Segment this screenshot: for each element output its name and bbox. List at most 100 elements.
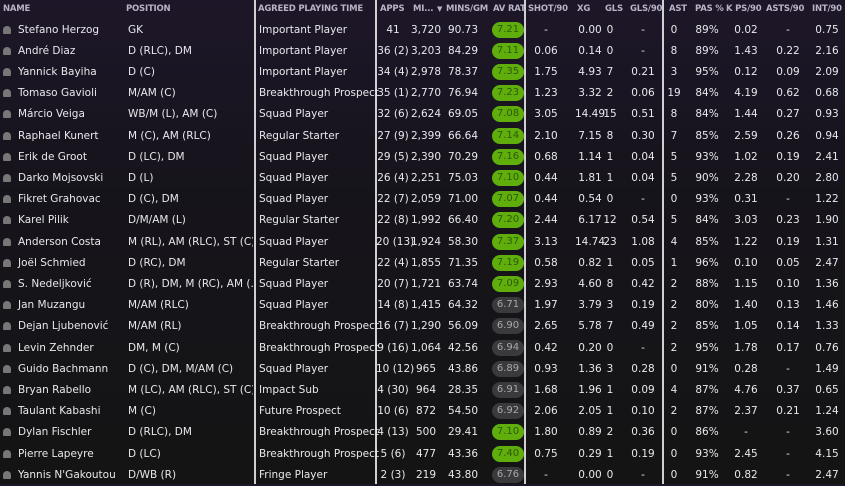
table-row[interactable]: Stefano Herzog GK Important Player 41 3,720 9…	[0, 20, 845, 41]
table-row[interactable]: Guido Bachmann D (C), DM, M/AM (C) Squad P…	[0, 359, 845, 380]
table-row[interactable]: Levin Zehnder DM, M (C) Breakthrough Prosp…	[0, 338, 845, 359]
minutes: 2,624	[410, 108, 442, 121]
col-gls[interactable]: GLS	[605, 4, 623, 14]
player-name[interactable]: Fikret Grahovac	[18, 193, 126, 205]
table-row[interactable]: Dylan Fischler D (RLC), DM Breakthrough Pr…	[0, 422, 845, 443]
player-name[interactable]: Taulant Kabashi	[18, 405, 126, 417]
assists-per-90: 0.13	[776, 299, 800, 312]
pass-pct: 88%	[695, 277, 719, 290]
col-gls90[interactable]: GLS/90	[630, 4, 662, 14]
table-row[interactable]: Márcio Veiga WB/M (L), AM (C) Squad Player…	[0, 104, 845, 125]
table-row[interactable]: Erik de Groot D (LC), DM Squad Player 29 (5…	[0, 147, 845, 168]
table-row[interactable]: Pierre Lapeyre D (LC) Breakthrough Prospec…	[0, 444, 845, 465]
player-name[interactable]: Darko Mojsovski	[18, 172, 126, 184]
interceptions-per-90: 1.24	[815, 405, 839, 418]
shots-per-90: 0.44	[534, 171, 558, 184]
pass-pct: 95%	[695, 65, 719, 78]
player-name[interactable]: Yannick Bayiha	[18, 66, 126, 78]
shots-per-90: 0.58	[534, 256, 558, 269]
playing-time: Fringe Player	[259, 468, 328, 481]
key-passes-per-90: 2.45	[734, 447, 758, 460]
apps: 41	[386, 23, 400, 36]
col-playing-time[interactable]: AGREED PLAYING TIME	[258, 4, 363, 14]
player-name[interactable]: Karel Pilik	[18, 214, 126, 226]
goals-per-90: -	[641, 341, 645, 354]
col-name[interactable]: NAME	[3, 4, 30, 14]
col-shot90[interactable]: SHOT/90	[528, 4, 568, 14]
goals-per-90: 0.36	[631, 426, 655, 439]
table-row[interactable]: S. Nedeljković D (R), DM, M (RC), AM (...…	[0, 274, 845, 295]
table-row[interactable]: Dejan Ljubenović M/AM (RL) Breakthrough Pr…	[0, 316, 845, 337]
table-row[interactable]: Yannis N'Gakoutou D/WB (R) Fringe Player 2 …	[0, 465, 845, 486]
goals-per-90: -	[641, 193, 645, 206]
table-row[interactable]: Jan Muzangu M/AM (RLC) Squad Player 14 (8) 1…	[0, 295, 845, 316]
col-ast[interactable]: AST	[669, 4, 687, 14]
col-position[interactable]: POSITION	[126, 4, 171, 14]
player-name[interactable]: Márcio Veiga	[18, 108, 126, 120]
col-pas[interactable]: PAS %	[695, 4, 724, 14]
playing-time: Squad Player	[259, 299, 329, 312]
apps: 2 (3)	[380, 468, 406, 481]
assists: 2	[670, 320, 678, 333]
col-mins[interactable]: MI...	[413, 4, 434, 14]
player-name[interactable]: Yannis N'Gakoutou	[18, 469, 126, 481]
col-kps90[interactable]: K PS/90	[726, 4, 762, 14]
player-name[interactable]: Pierre Lapeyre	[18, 448, 126, 460]
table-row[interactable]: Yannick Bayiha D (C) Important Player 34 (4…	[0, 62, 845, 83]
player-name[interactable]: Anderson Costa	[18, 236, 126, 248]
average-rating-badge: 7.09	[492, 275, 524, 292]
player-name[interactable]: Joël Schmied	[18, 257, 126, 269]
average-rating-badge: 7.20	[492, 212, 524, 229]
table-row[interactable]: Taulant Kabashi M (C) Future Prospect 10 (6…	[0, 401, 845, 422]
player-name[interactable]: Dylan Fischler	[18, 426, 126, 438]
player-icon	[3, 364, 11, 373]
goals-per-90: -	[641, 23, 645, 36]
average-rating-badge: 6.76	[492, 466, 524, 483]
shots-per-90: -	[544, 23, 548, 36]
goals: 1	[606, 150, 614, 163]
player-name[interactable]: Stefano Herzog	[18, 24, 126, 36]
player-name[interactable]: Tomaso Gavioli	[18, 87, 126, 99]
table-row[interactable]: Darko Mojsovski D (L) Squad Player 26 (4) 2,…	[0, 168, 845, 189]
playing-time: Squad Player	[259, 235, 329, 248]
player-icon	[3, 428, 11, 437]
shots-per-90: -	[544, 468, 548, 481]
col-asts90[interactable]: ASTS/90	[766, 4, 804, 14]
player-name[interactable]: Jan Muzangu	[18, 299, 126, 311]
player-name[interactable]: Erik de Groot	[18, 151, 126, 163]
player-name[interactable]: Dejan Ljubenović	[18, 320, 126, 332]
col-av-rat[interactable]: AV RAT	[493, 4, 526, 14]
position: DM, M (C)	[128, 341, 180, 354]
col-xg[interactable]: XG	[577, 4, 590, 14]
col-int90[interactable]: INT/90	[812, 4, 842, 14]
player-name[interactable]: Raphael Kunert	[18, 130, 126, 142]
table-row[interactable]: Joël Schmied D (RC), DM Regular Starter 22 …	[0, 253, 845, 274]
minutes: 477	[415, 447, 437, 460]
table-row[interactable]: André Diaz D (RLC), DM Important Player 36 …	[0, 41, 845, 62]
player-name[interactable]: Bryan Rabello	[18, 384, 126, 396]
table-row[interactable]: Karel Pilik D/M/AM (L) Regular Starter 22 (…	[0, 210, 845, 231]
player-name[interactable]: André Diaz	[18, 45, 126, 57]
player-name[interactable]: Levin Zehnder	[18, 342, 126, 354]
table-row[interactable]: Anderson Costa M (RL), AM (RLC), ST (C) Sq…	[0, 232, 845, 253]
table-row[interactable]: Raphael Kunert M (C), AM (RLC) Regular Sta…	[0, 126, 845, 147]
assists-per-90: -	[786, 362, 790, 375]
table-row[interactable]: Tomaso Gavioli M/AM (C) Breakthrough Prosp…	[0, 83, 845, 104]
pass-pct: 93%	[695, 193, 719, 206]
playing-time: Squad Player	[259, 277, 329, 290]
playing-time: Regular Starter	[259, 256, 340, 269]
interceptions-per-90: 0.93	[815, 108, 839, 121]
average-rating-badge: 7.11	[492, 42, 524, 59]
player-name[interactable]: S. Nedeljković	[18, 278, 126, 290]
apps: 4 (30)	[377, 383, 409, 396]
table-row[interactable]: Fikret Grahovac D (C), DM Squad Player 22 (…	[0, 189, 845, 210]
col-mins-gm[interactable]: MINS/GM	[446, 4, 488, 14]
interceptions-per-90: 0.68	[815, 87, 839, 100]
assists: 2	[670, 299, 678, 312]
goals-per-90: 0.28	[631, 362, 655, 375]
player-name[interactable]: Guido Bachmann	[18, 363, 126, 375]
table-row[interactable]: Bryan Rabello M (LC), AM (RLC), ST (C) Imp…	[0, 380, 845, 401]
mins-per-game: 56.09	[447, 320, 479, 333]
col-apps[interactable]: APPS	[380, 4, 405, 14]
goals: 1	[606, 171, 614, 184]
